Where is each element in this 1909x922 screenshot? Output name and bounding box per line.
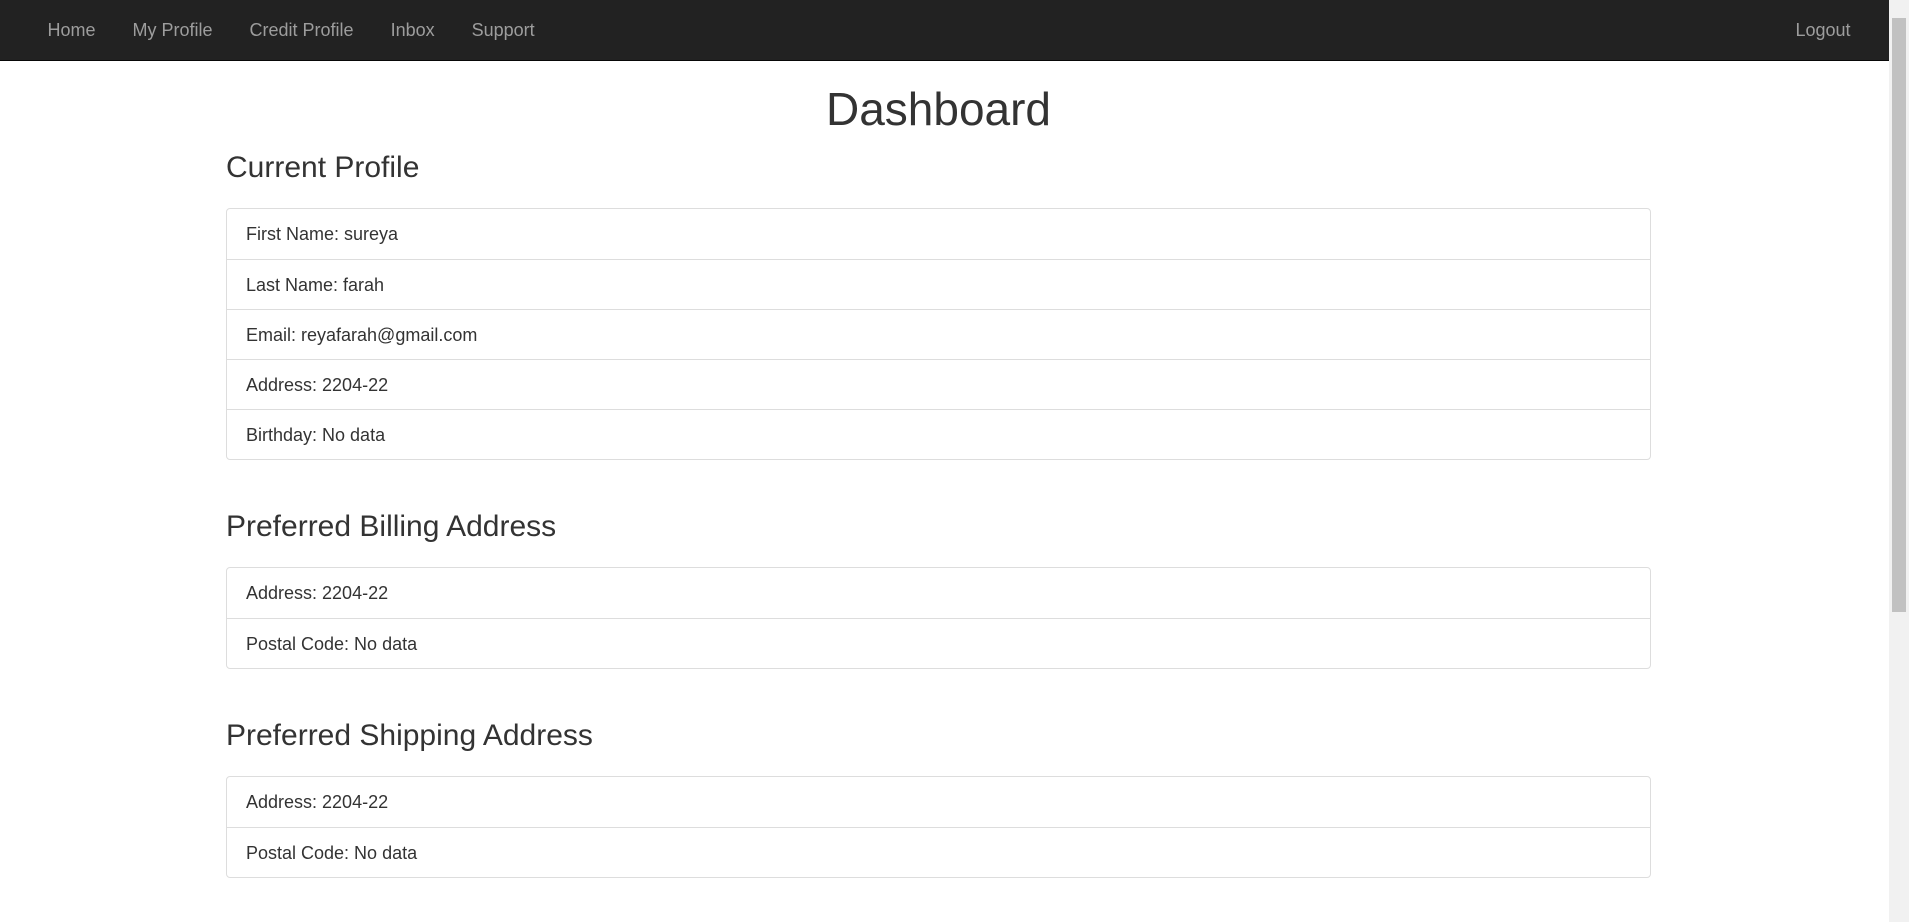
nav-right: Logout <box>1777 0 1869 61</box>
billing-address-list: Address: 2204-22 Postal Code: No data <box>226 566 1651 669</box>
nav-my-profile-link[interactable]: My Profile <box>114 3 231 58</box>
top-navbar: Home My Profile Credit Profile Inbox Sup… <box>0 0 1889 61</box>
nav-home-link[interactable]: Home <box>29 3 114 58</box>
billing-address: Address: 2204-22 <box>246 582 389 603</box>
scrollbar-thumb[interactable] <box>1892 18 1906 612</box>
page-title: Dashboard <box>825 83 1052 135</box>
vertical-scrollbar[interactable] <box>1889 0 1909 922</box>
shipping-postal-code: Postal Code: No data <box>227 826 1650 877</box>
nav-support-link[interactable]: Support <box>453 3 553 58</box>
profile-address: Address: 2204-22 <box>227 358 1650 409</box>
billing-postal-code: Postal Code: No data <box>227 617 1650 668</box>
nav-links: Home My Profile Credit Profile Inbox Sup… <box>29 0 553 61</box>
logout-link[interactable]: Logout <box>1777 3 1869 58</box>
main-content: Dashboard Current Profile First Name: su… <box>226 61 1651 878</box>
current-profile-heading: Current Profile <box>226 150 420 184</box>
profile-last-name: Last Name: farah <box>227 258 1650 309</box>
page: Home My Profile Credit Profile Inbox Sup… <box>0 0 1909 922</box>
shipping-address-heading: Preferred Shipping Address <box>226 718 593 752</box>
shipping-address: Address: 2204-22 <box>246 791 389 812</box>
profile-email: Email: reyafarah@gmail.com <box>227 308 1650 359</box>
nav-credit-profile-link[interactable]: Credit Profile <box>231 3 372 58</box>
nav-inbox-link[interactable]: Inbox <box>372 3 453 58</box>
shipping-address-list: Address: 2204-22 Postal Code: No data <box>226 775 1651 878</box>
current-profile-list: First Name: sureya Last Name: farah Emai… <box>226 207 1651 460</box>
profile-birthday: Birthday: No data <box>227 408 1650 459</box>
billing-address-heading: Preferred Billing Address <box>226 509 557 543</box>
profile-first-name: First Name: sureya <box>246 223 399 244</box>
